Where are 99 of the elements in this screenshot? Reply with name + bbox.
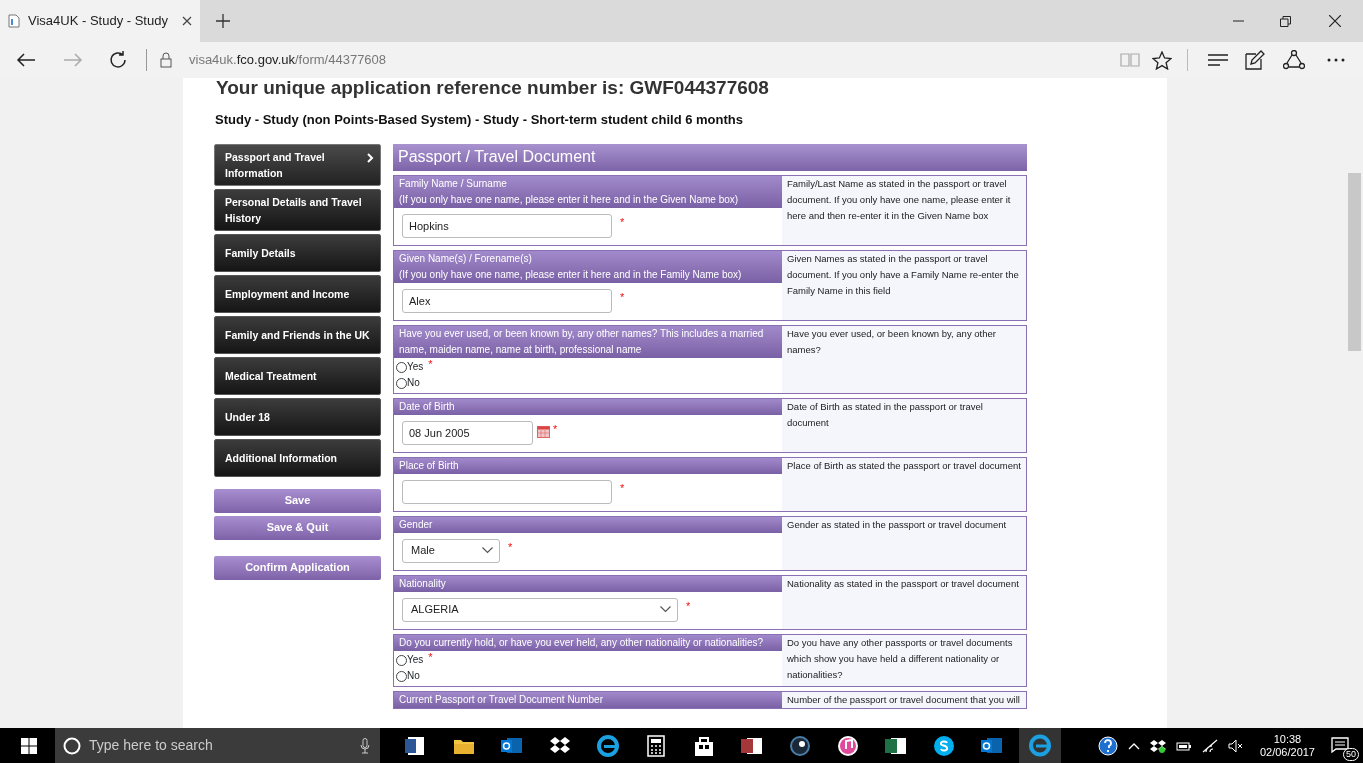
radio-label: Yes [407, 652, 424, 667]
radio-button[interactable] [396, 654, 407, 666]
help-text: Have you ever used, or been known by, any other names? [782, 325, 1026, 393]
radio-button[interactable] [396, 377, 407, 389]
dropdown-field[interactable]: ALGERIA [402, 597, 678, 622]
dropdown-value: ALGERIA [411, 602, 459, 618]
text-input-field[interactable]: Alex [402, 288, 612, 313]
required-asterisk: * [620, 214, 625, 230]
field-label-bar: Date of Birth [394, 398, 782, 415]
pen-note-icon[interactable] [1245, 50, 1265, 70]
sidebar-nav-item[interactable]: Under 18 [214, 397, 381, 436]
sidebar-nav-item[interactable]: Personal Details and Travel History [214, 188, 381, 231]
chevron-right-icon [367, 152, 374, 163]
wifi-icon[interactable] [1201, 738, 1218, 753]
help-text: Do you have any other passports or travel documents which show you have held a different nationality or nationalities? [782, 634, 1026, 686]
close-icon[interactable] [1329, 15, 1341, 27]
help-text: Date of Birth as stated in the passport or travel document [782, 398, 1026, 452]
text-input-field[interactable] [402, 479, 612, 504]
browser-e-icon[interactable] [1019, 728, 1061, 763]
help-text: Given Names as stated in the passport or travel document. If you only have a Family Name re-enter the Family Name in this field [782, 250, 1026, 320]
help-text: Gender as stated in the passport or travel document [782, 516, 1026, 570]
address-bar[interactable]: visa4uk.fco.gov.uk/form/44377608 [189, 50, 387, 70]
lock-icon [160, 52, 172, 68]
text-input-field[interactable]: Hopkins [402, 213, 612, 238]
reference-heading: Your unique application reference number is: GWF044377608 [216, 78, 770, 98]
field-label-bar: Given Name(s) / Forename(s) (If you only have one name, please enter it here and in the Family Name box) [394, 250, 782, 283]
refresh-icon[interactable] [109, 51, 127, 69]
help-text: Number of the passport or travel document that you will [782, 691, 1026, 708]
chat-app-icon[interactable] [933, 734, 955, 757]
section-title: Passport / Travel Document [393, 143, 1027, 171]
calendar-icon[interactable] [537, 425, 550, 438]
browser-e-icon[interactable] [597, 734, 619, 757]
required-asterisk: * [620, 480, 625, 496]
required-asterisk: * [428, 651, 433, 662]
sidebar-nav-item[interactable]: Employment and Income [214, 274, 381, 313]
dropdown-field[interactable]: Male [402, 538, 500, 563]
sidebar-nav-item[interactable]: Additional Information [214, 438, 381, 477]
help-text: Nationality as stated in the passport or travel document [782, 575, 1026, 629]
required-asterisk: * [686, 598, 691, 614]
dropdown-value: Male [411, 543, 435, 559]
page-icon [8, 14, 20, 28]
field-label-bar: Nationality [394, 575, 782, 592]
required-asterisk: * [553, 421, 558, 437]
radio-button[interactable] [396, 670, 407, 682]
field-label-bar: Have you ever used, or been known by, any other names? This includes a married name, maiden name, name at birth, professional name [394, 325, 782, 358]
share-icon[interactable] [1283, 50, 1305, 70]
shopping-bag-icon[interactable] [693, 734, 715, 757]
help-icon[interactable] [1097, 735, 1118, 756]
field-label-bar: Do you currently hold, or have you ever held, any other nationality or nationalities? [394, 634, 782, 651]
form-action-button[interactable]: Save & Quit [214, 515, 381, 540]
clock-time[interactable]: 10:38 [1259, 732, 1315, 746]
field-label-bar: Current Passport or Travel Document Number [394, 691, 782, 708]
field-label-bar: Family Name / Surname (If you only have one name, please enter it here and in the Given Name box) [394, 175, 782, 208]
help-text: Family/Last Name as stated in the passport or travel document. If you only have one name, please enter it here and then re-enter it in the Given Name box [782, 175, 1026, 245]
clock-date[interactable]: 02/06/2017 [1259, 745, 1315, 759]
taskbar-search-field[interactable]: Type here to search [55, 728, 380, 763]
application-type-heading: Study - Study (non Points-Based System) - Study - Short-term student child 6 months [215, 111, 744, 129]
calculator-icon[interactable] [645, 734, 667, 757]
required-asterisk: * [620, 289, 625, 305]
speaker-muted-icon[interactable] [1227, 738, 1244, 753]
notification-count: 50 [1343, 747, 1359, 761]
radio-button[interactable] [396, 361, 407, 373]
message-icon[interactable] [1331, 736, 1349, 753]
radio-label: No [407, 375, 420, 390]
caret-up-icon[interactable] [1127, 741, 1140, 750]
radio-label: No [407, 668, 420, 683]
star-icon[interactable] [1152, 50, 1172, 70]
document-app-icon[interactable] [405, 734, 427, 757]
help-text: Place of Birth as stated the passport or travel document [782, 457, 1026, 511]
restore-icon[interactable] [1280, 15, 1291, 27]
more-icon[interactable] [1327, 58, 1345, 62]
form-action-button[interactable]: Confirm Application [214, 555, 381, 580]
music-note-icon[interactable] [837, 734, 859, 757]
sidebar-nav-item[interactable]: Family Details [214, 233, 381, 272]
text-input-field[interactable]: 08 Jun 2005 [402, 420, 533, 445]
sidebar-nav-item[interactable]: Family and Friends in the UK [214, 315, 381, 354]
required-asterisk: * [428, 358, 433, 369]
field-label-bar: Gender [394, 516, 782, 533]
radio-label: Yes [407, 359, 424, 374]
tab-title: Visa4UK - Study - Study [28, 12, 168, 31]
hub-icon[interactable] [1208, 53, 1228, 67]
chevron-down-icon [660, 606, 671, 613]
close-icon[interactable] [182, 16, 192, 26]
field-label-bar: Place of Birth [394, 457, 782, 474]
battery-icon[interactable] [1175, 739, 1192, 752]
chevron-down-icon [482, 547, 493, 554]
scrollbar-thumb[interactable] [1348, 173, 1361, 351]
microphone-icon[interactable] [360, 737, 370, 754]
sidebar-nav-item[interactable]: Passport and Travel Information [214, 143, 381, 186]
steam-icon[interactable] [789, 734, 811, 757]
sidebar-nav-item[interactable]: Medical Treatment [214, 356, 381, 395]
windows-start-icon[interactable] [21, 737, 37, 754]
back-icon[interactable] [16, 52, 36, 68]
search-icon [63, 736, 81, 755]
browser-tab[interactable]: Visa4UK - Study - Study [0, 0, 200, 42]
new-tab-icon[interactable] [216, 14, 230, 28]
dropbox-tray-icon[interactable] [1149, 738, 1166, 753]
required-asterisk: * [508, 539, 513, 555]
form-action-button[interactable]: Save [214, 488, 381, 513]
